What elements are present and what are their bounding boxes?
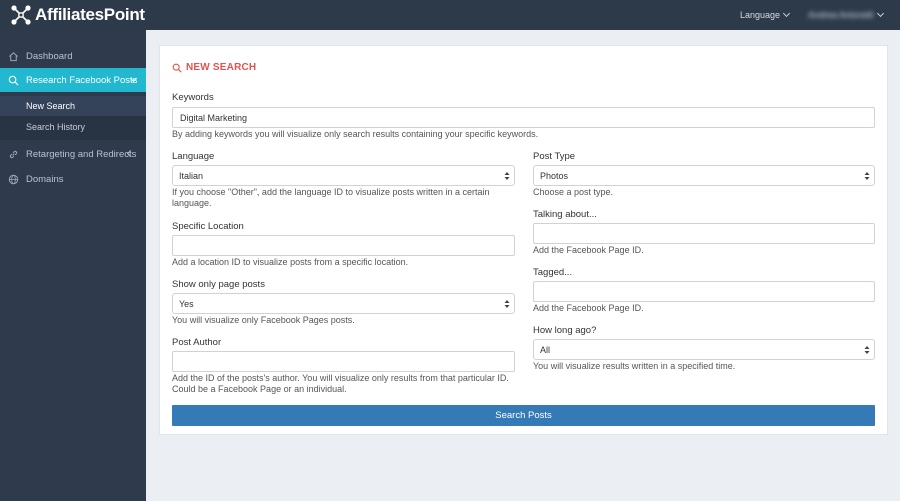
sidebar-item-research-facebook-posts[interactable]: Research Facebook Posts bbox=[0, 68, 146, 92]
post-type-help: Choose a post type. bbox=[533, 187, 614, 197]
network-nodes-icon bbox=[11, 5, 31, 25]
how-long-help: You will visualize results written in a … bbox=[533, 361, 736, 371]
sort-arrows-icon bbox=[864, 172, 870, 180]
specific-location-input[interactable] bbox=[172, 235, 515, 256]
language-value: Italian bbox=[179, 170, 204, 181]
chevron-down-icon bbox=[876, 9, 884, 18]
page-posts-value: Yes bbox=[179, 298, 194, 309]
post-author-label: Post Author bbox=[172, 337, 222, 348]
keywords-help: By adding keywords you will visualize on… bbox=[172, 129, 539, 139]
home-icon bbox=[8, 51, 18, 61]
post-author-help: Add the ID of the posts's author. You wi… bbox=[172, 373, 509, 394]
panel-title-text: NEW SEARCH bbox=[186, 62, 257, 73]
panel-title: NEW SEARCH bbox=[172, 62, 256, 73]
user-menu[interactable]: Andrea Antonelli bbox=[808, 9, 884, 20]
keywords-input[interactable]: Digital Marketing bbox=[172, 107, 875, 128]
language-select[interactable]: Italian bbox=[172, 165, 515, 186]
top-navbar: AffiliatesPoint Language Andrea Antonell… bbox=[0, 0, 900, 30]
language-label: Language bbox=[172, 151, 215, 162]
page-posts-select[interactable]: Yes bbox=[172, 293, 515, 314]
tagged-help: Add the Facebook Page ID. bbox=[533, 303, 644, 313]
submenu-item-new-search[interactable]: New Search bbox=[26, 101, 75, 111]
user-name: Andrea Antonelli bbox=[808, 10, 874, 20]
tagged-label: Tagged... bbox=[533, 267, 573, 278]
keywords-value: Digital Marketing bbox=[180, 112, 248, 123]
sidebar-item-domains[interactable]: Domains bbox=[0, 167, 146, 191]
how-long-label: How long ago? bbox=[533, 325, 597, 336]
page-posts-help: You will visualize only Facebook Pages p… bbox=[172, 315, 355, 325]
submenu-item-search-history[interactable]: Search History bbox=[26, 122, 85, 132]
brand-logo[interactable]: AffiliatesPoint bbox=[10, 4, 145, 26]
post-type-value: Photos bbox=[540, 170, 569, 181]
sidebar-item-label: Dashboard bbox=[26, 50, 73, 62]
post-author-input[interactable] bbox=[172, 351, 515, 372]
search-icon bbox=[172, 63, 182, 73]
sort-arrows-icon bbox=[504, 300, 510, 308]
keywords-label: Keywords bbox=[172, 92, 214, 103]
research-submenu: New Search Search History bbox=[0, 96, 146, 140]
language-label: Language bbox=[740, 10, 781, 20]
sort-arrows-icon bbox=[504, 172, 510, 180]
sidebar-item-retargeting[interactable]: Retargeting and Redirects bbox=[0, 142, 146, 166]
chevron-down-icon bbox=[783, 9, 791, 18]
search-icon bbox=[8, 75, 19, 86]
page-posts-label: Show only page posts bbox=[172, 279, 265, 290]
talking-about-label: Talking about... bbox=[533, 209, 597, 220]
specific-location-label: Specific Location bbox=[172, 221, 244, 232]
post-type-select[interactable]: Photos bbox=[533, 165, 875, 186]
new-search-panel: NEW SEARCH Keywords Digital Marketing By… bbox=[159, 45, 888, 435]
specific-location-help: Add a location ID to visualize posts fro… bbox=[172, 257, 409, 267]
talking-about-help: Add the Facebook Page ID. bbox=[533, 245, 644, 255]
talking-about-input[interactable] bbox=[533, 223, 875, 244]
sort-arrows-icon bbox=[864, 346, 870, 354]
globe-icon bbox=[8, 174, 18, 184]
search-posts-label: Search Posts bbox=[495, 410, 552, 421]
language-dropdown[interactable]: Language bbox=[740, 9, 791, 20]
sidebar-item-label: Domains bbox=[26, 173, 64, 185]
how-long-select[interactable]: All bbox=[533, 339, 875, 360]
brand-name: AffiliatesPoint bbox=[35, 5, 145, 24]
how-long-value: All bbox=[540, 344, 551, 355]
sidebar-item-label: Research Facebook Posts bbox=[26, 74, 138, 86]
post-type-label: Post Type bbox=[533, 151, 576, 162]
link-icon bbox=[9, 150, 17, 158]
sidebar: Dashboard Research Facebook Posts New Se… bbox=[0, 30, 146, 501]
search-posts-button[interactable]: Search Posts bbox=[172, 405, 875, 426]
language-help: If you choose "Other", add the language … bbox=[172, 187, 490, 208]
tagged-input[interactable] bbox=[533, 281, 875, 302]
sidebar-item-label: Retargeting and Redirects bbox=[26, 148, 137, 160]
sidebar-item-dashboard[interactable]: Dashboard bbox=[0, 44, 146, 68]
